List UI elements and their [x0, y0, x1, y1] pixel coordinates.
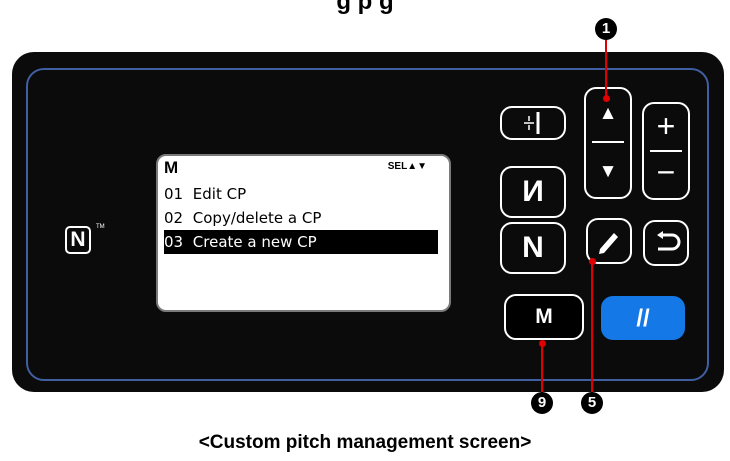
stitch-mode-button[interactable]: N — [500, 222, 566, 274]
reverse-stitch-button[interactable]: И — [500, 166, 566, 218]
mode-indicator: M — [164, 158, 179, 177]
needle-position-icon — [524, 112, 540, 134]
reset-button[interactable]: // — [601, 296, 685, 340]
trademark-mark: TM — [96, 224, 105, 230]
sel-indicator: SEL▲▼ — [387, 161, 427, 172]
callout-9: 9 — [531, 392, 553, 414]
callout-5: 5 — [581, 392, 603, 414]
cropped-header-text: g p g — [336, 0, 394, 15]
plus-minus-button[interactable]: + − — [642, 102, 690, 200]
callout-1-line — [605, 38, 607, 98]
return-icon — [657, 231, 681, 251]
stitch-mode-icon: N — [522, 231, 544, 264]
list-item-edit-cp[interactable]: 01 Edit CP — [164, 182, 438, 206]
pencil-icon — [599, 233, 618, 254]
plus-icon: + — [656, 108, 676, 144]
callout-1: 1 — [595, 18, 617, 40]
callout-5-line — [591, 262, 593, 394]
list-item-copy-delete-cp[interactable]: 02 Copy/delete a CP — [164, 206, 438, 230]
up-down-button[interactable]: ▲ ▼ — [584, 87, 632, 199]
reverse-stitch-icon: И — [522, 175, 544, 208]
callout-9-line — [541, 344, 543, 394]
list-item-create-new-cp[interactable]: 03 Create a new CP — [164, 230, 438, 254]
m-button[interactable]: M — [504, 294, 584, 340]
up-arrow-icon: ▲ — [598, 103, 618, 124]
minus-icon: − — [656, 154, 676, 190]
nfc-icon: N — [65, 226, 91, 254]
needle-position-button[interactable] — [500, 106, 566, 140]
return-button[interactable] — [643, 220, 689, 266]
lcd-screen: M SEL▲▼ 01 Edit CP 02 Copy/delete a CP 0… — [156, 154, 451, 312]
down-arrow-icon: ▼ — [598, 161, 618, 182]
figure-caption: <Custom pitch management screen> — [198, 432, 532, 453]
